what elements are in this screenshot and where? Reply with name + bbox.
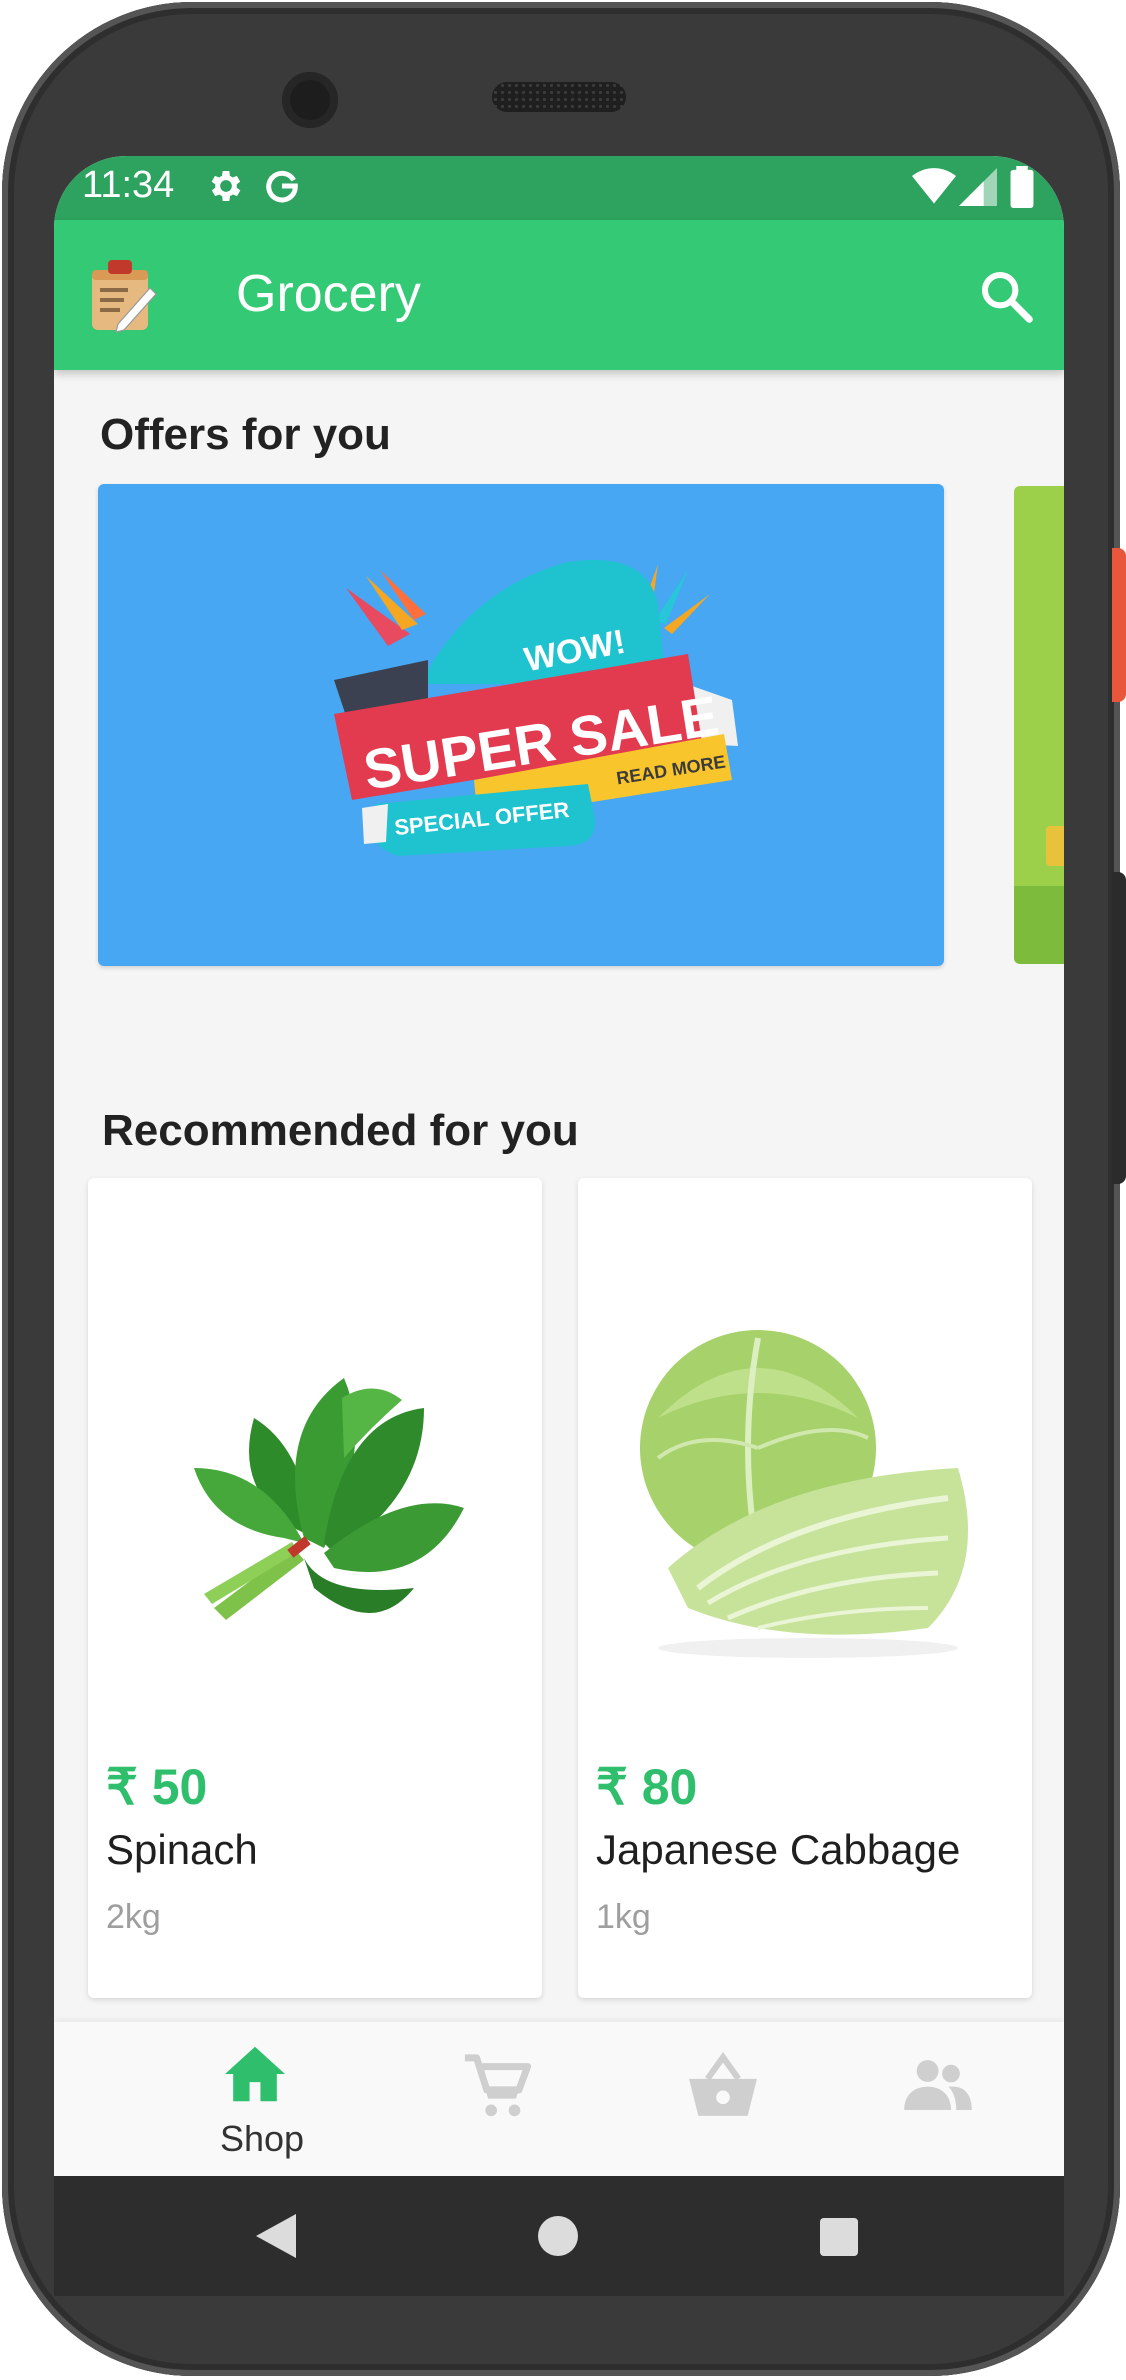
bottom-navigation: Shop (54, 2022, 1064, 2176)
people-icon[interactable] (904, 2058, 972, 2110)
google-g-icon (266, 170, 298, 203)
app-bar: Grocery (54, 220, 1064, 370)
product-unit: 1kg (596, 1898, 651, 1936)
notepad-icon[interactable] (88, 258, 158, 334)
front-camera (282, 72, 338, 128)
nav-label-shop: Shop (220, 2118, 305, 2159)
app-title: Grocery (236, 265, 421, 323)
battery-icon (1010, 166, 1034, 208)
offers-section-title: Offers for you (100, 410, 391, 459)
system-nav-bar (54, 2176, 1064, 2296)
earpiece-speaker (492, 82, 626, 112)
product-name: Japanese Cabbage (596, 1826, 961, 1873)
recommended-section-title: Recommended for you (102, 1106, 579, 1155)
basket-icon[interactable] (686, 2050, 760, 2120)
product-name: Spinach (106, 1826, 258, 1873)
gear-icon (211, 171, 241, 201)
power-button (1112, 548, 1126, 702)
nav-item-shop[interactable]: Shop (164, 2022, 344, 2176)
screen: 11:34 Grocery Offers for you WOW! SUPER … (54, 156, 1064, 2176)
home-icon (225, 2046, 285, 2102)
search-icon[interactable] (978, 268, 1034, 324)
home-button-icon[interactable] (538, 2216, 578, 2256)
recents-icon[interactable] (820, 2218, 858, 2256)
cabbage-image (640, 1330, 968, 1658)
next-banner-ground (1014, 886, 1064, 964)
next-banner-basket (1046, 826, 1064, 866)
product-price: ₹ 50 (106, 1759, 208, 1815)
product-unit: 2kg (106, 1898, 161, 1936)
back-icon[interactable] (256, 2214, 296, 2258)
status-bar: 11:34 (54, 156, 1064, 220)
signal-icon (959, 168, 997, 206)
spinach-image (194, 1378, 464, 1620)
cart-icon[interactable] (462, 2052, 532, 2122)
product-card-japanese-cabbage[interactable]: ₹ 80 Japanese Cabbage 1kg (578, 1178, 1032, 1998)
product-card-spinach[interactable]: ₹ 50 Spinach 2kg (88, 1178, 542, 1998)
offer-banner-super-sale[interactable]: WOW! SUPER SALE READ MORE SPECIAL OFFER (98, 484, 944, 966)
wifi-icon (912, 168, 956, 204)
offer-banner-next[interactable] (1014, 486, 1064, 964)
volume-button (1112, 872, 1126, 1184)
status-time: 11:34 (82, 164, 175, 206)
product-price: ₹ 80 (596, 1759, 698, 1815)
